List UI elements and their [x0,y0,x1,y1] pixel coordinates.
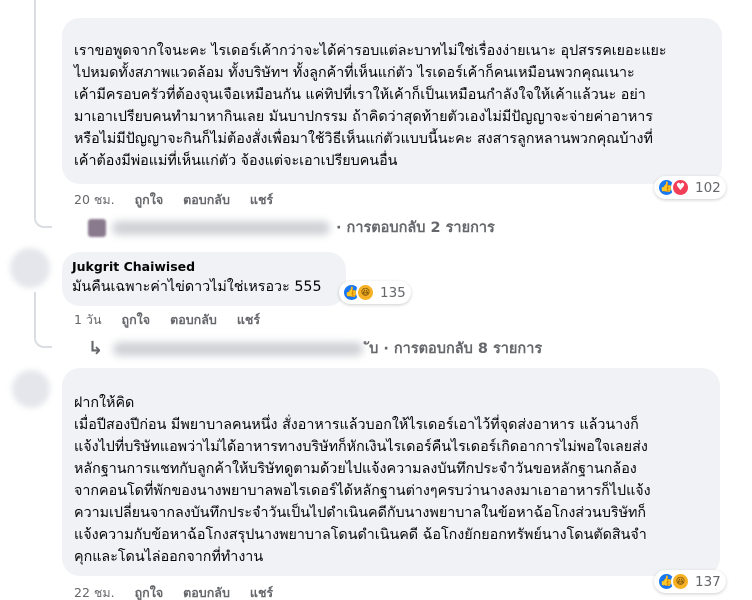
redacted-name [112,220,330,235]
comment-text: ฝากให้คิด เมื่อปีสองปีก่อน มีพยาบาลคนหนึ… [74,395,651,565]
comment-bubble: ฝากให้คิด เมื่อปีสองปีก่อน มีพยาบาลคนหนึ… [62,368,720,576]
share-button[interactable]: แชร์ [250,190,273,210]
reaction-summary[interactable]: 👍 😆 135 [339,281,411,304]
replies-count: ับ · การตอบกลับ 8 รายการ [369,341,543,357]
avatar[interactable] [12,370,50,408]
share-button[interactable]: แชร์ [250,583,273,600]
reply-arrow-icon: ↳ [88,338,104,359]
reaction-count: 102 [695,179,721,196]
view-replies-link[interactable]: ↳ ับ · การตอบกลับ 8 รายการ [88,337,542,360]
comment-actions: 1 วัน ถูกใจ ตอบกลับ แชร์ [74,310,280,330]
reply-avatar [88,218,106,237]
comment-actions: 22 ชม. ถูกใจ ตอบกลับ แชร์ [74,583,293,600]
reply-button[interactable]: ตอบกลับ [183,190,230,210]
comment-bubble: เราขอพูดจากใจนะคะ ไรเดอร์เค้ากว่าจะได้ค่… [62,18,722,184]
reaction-summary[interactable]: 👍 ♥ 102 [654,176,726,199]
avatar[interactable] [10,248,50,288]
thread-line [34,292,52,348]
haha-icon: 😆 [671,572,690,591]
reply-button[interactable]: ตอบกลับ [183,583,230,600]
comment-text: เราขอพูดจากใจนะคะ ไรเดอร์เค้ากว่าจะได้ค่… [74,43,667,169]
reaction-count: 137 [695,573,721,590]
timestamp[interactable]: 1 วัน [74,310,102,330]
comment-text: มันคืนเฉพาะค่าไข่ดาวไม่ใช่เหรอวะ 555 [72,279,322,295]
like-button[interactable]: ถูกใจ [135,190,164,210]
like-button[interactable]: ถูกใจ [135,583,164,600]
reaction-count: 135 [380,284,406,301]
view-replies-link[interactable]: · การตอบกลับ 2 รายการ [88,216,495,239]
thread-line [34,0,52,228]
comment-actions: 20 ชม. ถูกใจ ตอบกลับ แชร์ [74,190,293,210]
timestamp[interactable]: 20 ชม. [74,190,115,210]
commenter-name[interactable]: Jukgrit Chaiwised [72,258,346,276]
timestamp[interactable]: 22 ชม. [74,583,115,600]
share-button[interactable]: แชร์ [237,310,260,330]
haha-icon: 😆 [356,283,375,302]
replies-count: · การตอบกลับ 2 รายการ [336,220,495,236]
reply-button[interactable]: ตอบกลับ [170,310,217,330]
love-icon: ♥ [671,178,690,197]
like-button[interactable]: ถูกใจ [122,310,151,330]
comment-bubble: Jukgrit Chaiwised มันคืนเฉพาะค่าไข่ดาวไม… [62,252,346,306]
reaction-summary[interactable]: 👍 😆 137 [654,570,726,593]
redacted-name [113,341,364,356]
